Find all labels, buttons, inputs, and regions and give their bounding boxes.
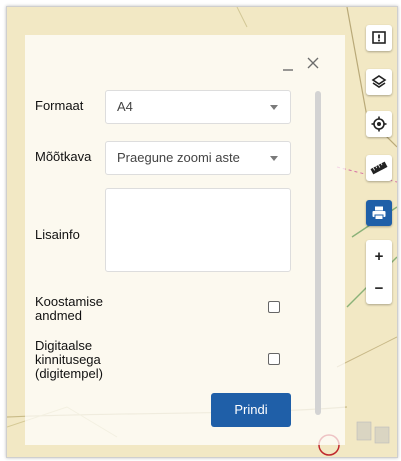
close-icon: [307, 57, 319, 69]
digital-stamp-label-line1: Digitaalse: [35, 338, 93, 353]
layers-button[interactable]: [366, 69, 392, 95]
ruler-button[interactable]: [366, 155, 392, 181]
ruler-icon: [370, 161, 388, 175]
format-select-value: A4: [117, 99, 133, 114]
digital-stamp-label: Digitaalse kinnitusega (digitempel): [35, 339, 103, 381]
digital-stamp-label-line2: kinnitusega: [35, 352, 101, 367]
compile-data-label-line2: andmed: [35, 308, 82, 323]
info-textarea[interactable]: [105, 188, 291, 272]
locate-button[interactable]: [366, 111, 392, 137]
compile-data-checkbox[interactable]: [268, 301, 280, 313]
minimize-icon: [283, 69, 293, 71]
chevron-down-icon: [270, 105, 278, 110]
minimize-button[interactable]: [281, 59, 295, 73]
compile-data-label: Koostamise andmed: [35, 295, 103, 323]
close-button[interactable]: [305, 55, 321, 71]
digital-stamp-checkbox[interactable]: [268, 353, 280, 365]
scale-select[interactable]: Praegune zoomi aste: [105, 141, 291, 175]
scale-label: Mõõtkava: [35, 149, 92, 164]
chevron-down-icon: [270, 156, 278, 161]
info-button[interactable]: [366, 25, 392, 51]
panel-scrollbar[interactable]: [315, 91, 321, 415]
print-icon: [372, 206, 386, 220]
print-tool-button[interactable]: [366, 200, 392, 226]
print-dialog-screenshot: Formaat A4 Mõõtkava Praegune zoomi aste …: [6, 6, 398, 458]
locate-icon: [371, 116, 387, 132]
info-label: Lisainfo: [35, 227, 80, 242]
scale-select-value: Praegune zoomi aste: [117, 150, 240, 165]
zoom-control: + −: [366, 240, 392, 304]
digital-stamp-label-line3: (digitempel): [35, 366, 103, 381]
format-select[interactable]: A4: [105, 90, 291, 124]
print-button[interactable]: Prindi: [211, 393, 291, 427]
layers-icon: [371, 75, 387, 88]
compile-data-label-line1: Koostamise: [35, 294, 103, 309]
zoom-out-button[interactable]: −: [366, 272, 392, 304]
zoom-in-button[interactable]: +: [366, 240, 392, 272]
format-label: Formaat: [35, 98, 84, 113]
print-panel: Formaat A4 Mõõtkava Praegune zoomi aste …: [25, 35, 345, 445]
info-icon: [372, 31, 386, 44]
